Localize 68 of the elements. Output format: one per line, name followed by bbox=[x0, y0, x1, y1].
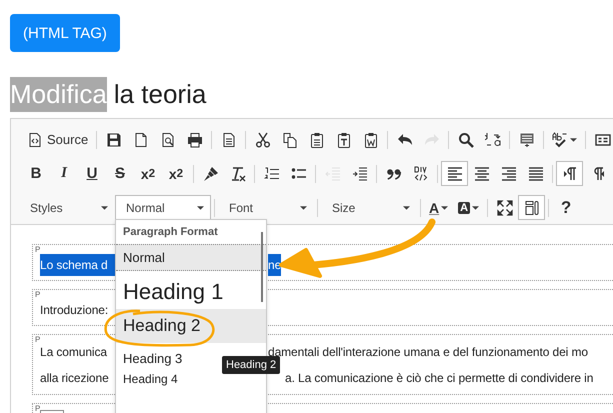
paragraph-text: La comunica bbox=[40, 345, 108, 360]
menu-title: Paragraph Format bbox=[122, 225, 219, 240]
left-to-right-button[interactable] bbox=[556, 161, 583, 186]
clipboard-icon bbox=[308, 132, 325, 148]
page-title-text: la teoria bbox=[114, 78, 206, 111]
size-dropdown[interactable]: Size bbox=[321, 195, 417, 220]
block-tag-label: P bbox=[35, 245, 40, 254]
remove-format-icon bbox=[230, 166, 246, 182]
scrollbar bbox=[261, 232, 263, 302]
paragraph-text: Lo schema d bbox=[40, 254, 115, 276]
align-right-icon bbox=[500, 166, 516, 182]
text-color-button[interactable]: A bbox=[424, 195, 454, 220]
paragraph-text: alla ricezione bbox=[40, 371, 110, 386]
clipboard-icon bbox=[362, 132, 379, 148]
paragraph-text: Introduzione: bbox=[40, 302, 110, 319]
page-title-text: Modifica bbox=[10, 77, 107, 112]
caret-icon bbox=[441, 206, 448, 210]
caret-icon bbox=[300, 206, 307, 210]
caret-icon bbox=[197, 206, 204, 210]
caret-icon bbox=[101, 206, 108, 210]
div-icon bbox=[412, 166, 428, 182]
form-icon bbox=[594, 132, 611, 148]
indent-icon bbox=[352, 166, 368, 182]
show-blocks-icon bbox=[524, 200, 540, 216]
blank-page-icon bbox=[132, 132, 149, 148]
background-color-button[interactable]: A bbox=[453, 195, 484, 220]
replace-icon bbox=[484, 132, 501, 148]
block-tag-label: P bbox=[35, 290, 40, 299]
align-center-icon bbox=[474, 166, 490, 182]
numbered-list-icon bbox=[264, 166, 280, 182]
select-all-icon bbox=[518, 132, 535, 148]
copy-icon bbox=[282, 132, 298, 148]
search-icon bbox=[458, 132, 474, 148]
strikethrough-button[interactable]: S bbox=[106, 161, 134, 186]
align-left-button[interactable] bbox=[441, 161, 468, 186]
undo-icon bbox=[396, 132, 413, 148]
html-tag-button[interactable]: (HTML TAG) bbox=[10, 14, 120, 52]
menu-item[interactable]: Normal bbox=[116, 244, 266, 271]
bold-button[interactable]: B bbox=[22, 161, 50, 186]
align-left-icon bbox=[446, 166, 462, 182]
source-button[interactable]: Source bbox=[22, 127, 94, 152]
justify-icon bbox=[528, 166, 544, 182]
block-tag-label: P bbox=[35, 335, 40, 344]
bulleted-list-icon bbox=[290, 166, 306, 182]
tooltip: Heading 2 bbox=[222, 356, 280, 374]
printer-icon bbox=[186, 132, 203, 148]
help-button[interactable]: ? bbox=[552, 195, 580, 220]
paragraph-text: a. La comunicazione è ciò che ci permette di condividere in bbox=[285, 371, 594, 386]
paintbrush-icon bbox=[202, 166, 218, 182]
scissors-icon bbox=[254, 132, 271, 148]
format-dropdown[interactable]: Normal bbox=[115, 195, 211, 220]
block-tag-label: P bbox=[35, 404, 40, 413]
maximize-icon bbox=[496, 200, 513, 216]
clipboard-icon bbox=[336, 132, 352, 148]
italic-button[interactable]: I bbox=[50, 161, 78, 186]
page-magnifier-icon bbox=[160, 132, 176, 148]
document-icon bbox=[220, 132, 237, 148]
pilcrow-icon bbox=[562, 166, 578, 182]
caret-icon bbox=[403, 206, 410, 210]
menu-item[interactable]: Heading 1 bbox=[116, 271, 266, 309]
spellcheck-icon bbox=[552, 132, 568, 148]
styles-dropdown[interactable]: Styles bbox=[19, 195, 115, 220]
caret-icon bbox=[472, 206, 480, 210]
code-document-icon bbox=[27, 132, 43, 148]
menu-item[interactable]: Heading 2 bbox=[116, 309, 266, 343]
caret-icon bbox=[570, 138, 578, 142]
underline-button[interactable]: U bbox=[78, 161, 106, 186]
show-blocks-button[interactable] bbox=[518, 195, 546, 220]
